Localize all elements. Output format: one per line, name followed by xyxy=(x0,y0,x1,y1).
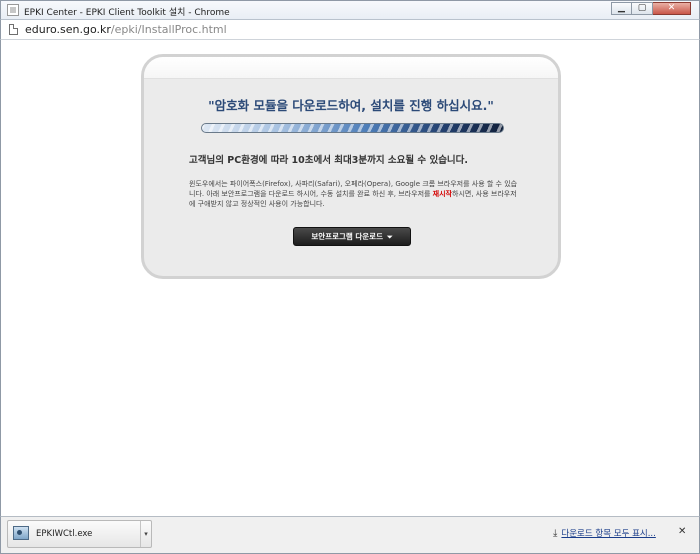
url-host: eduro.sen.go.kr xyxy=(25,23,111,36)
download-file-name: EPKIWCtl.exe xyxy=(36,529,93,539)
time-notice: 고객님의 PC환경에 따라 10초에서 최대3분까지 소요될 수 있습니다. xyxy=(189,155,469,166)
install-headline: "암호화 모듈을 다운로드하여, 설치를 진행 하십시요." xyxy=(208,98,494,113)
page-viewport: "암호화 모듈을 다운로드하여, 설치를 진행 하십시요." 고객님의 PC환경… xyxy=(0,40,700,516)
download-arrow-icon: ⏷ xyxy=(387,233,393,241)
app-icon xyxy=(7,4,19,16)
download-button-label: 보안프로그램 다운로드 xyxy=(311,232,383,241)
url-text[interactable]: eduro.sen.go.kr/epki/InstallProc.html xyxy=(25,23,227,36)
page-icon xyxy=(9,24,18,35)
minimize-button[interactable]: ▁ xyxy=(611,2,632,15)
shelf-close-icon[interactable]: ✕ xyxy=(678,526,686,537)
download-icon: ⤓ xyxy=(553,528,558,539)
restart-highlight: 재시작 xyxy=(432,190,452,198)
download-security-program-button[interactable]: 보안프로그램 다운로드 ⏷ xyxy=(293,227,411,246)
show-all-label: 다운로드 항목 모두 표시... xyxy=(561,529,656,539)
install-panel: "암호화 모듈을 다운로드하여, 설치를 진행 하십시요." 고객님의 PC환경… xyxy=(141,54,561,279)
close-button[interactable]: ✕ xyxy=(653,2,691,15)
progress-bar xyxy=(201,123,504,133)
download-menu-caret-icon[interactable]: ▾ xyxy=(140,521,151,547)
panel-header-strip xyxy=(144,57,558,79)
address-bar[interactable]: eduro.sen.go.kr/epki/InstallProc.html xyxy=(0,20,700,40)
url-path: /epki/InstallProc.html xyxy=(110,23,227,36)
show-all-downloads-link[interactable]: ⤓ 다운로드 항목 모두 표시... xyxy=(553,527,656,539)
download-item[interactable]: EPKIWCtl.exe ▾ xyxy=(7,520,152,548)
exe-file-icon xyxy=(13,526,29,540)
window-titlebar: EPKI Center - EPKI Client Toolkit 설치 - C… xyxy=(0,0,700,20)
browser-instructions: 윈도우에서는 파이어폭스(Firefox), 사파리(Safari), 오페라(… xyxy=(189,179,519,209)
maximize-button[interactable]: ▢ xyxy=(632,2,653,15)
download-shelf: EPKIWCtl.exe ▾ ⤓ 다운로드 항목 모두 표시... ✕ xyxy=(0,516,700,554)
window-title: EPKI Center - EPKI Client Toolkit 설치 - C… xyxy=(24,8,230,18)
window-controls: ▁ ▢ ✕ xyxy=(611,2,691,15)
